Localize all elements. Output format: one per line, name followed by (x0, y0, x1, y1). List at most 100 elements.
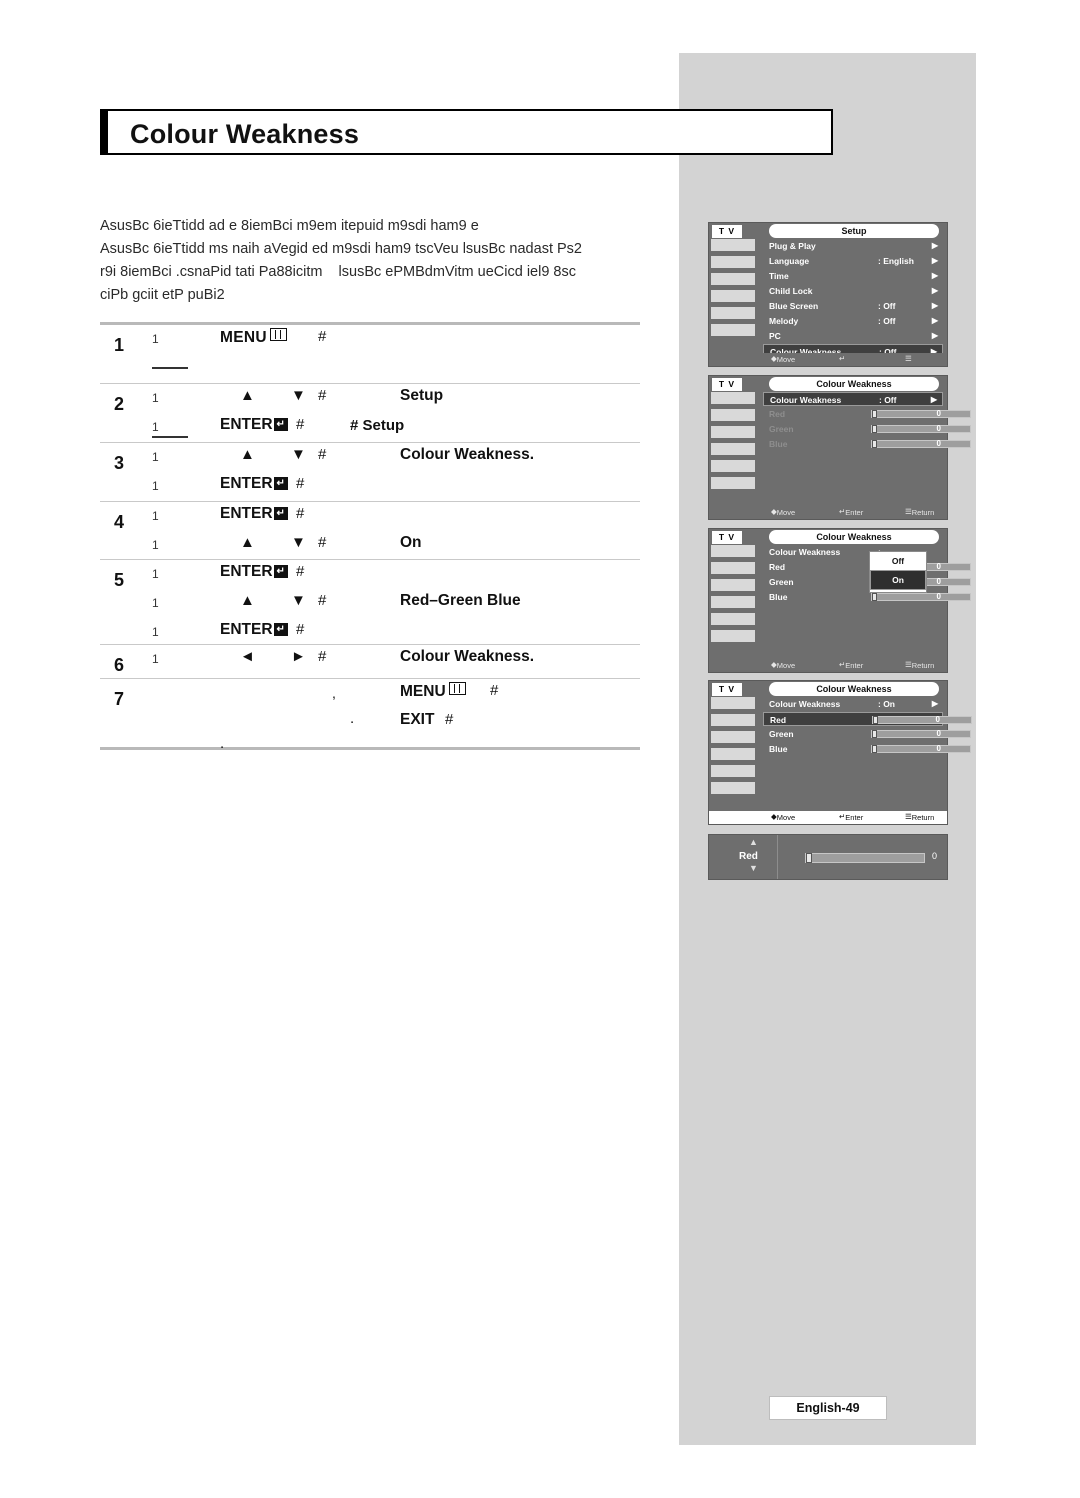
osd-icon-slot (711, 239, 755, 251)
osd-icon-slot (711, 748, 755, 760)
osd-item-label: Red (769, 562, 786, 572)
osd-item-green[interactable]: Green 0 (763, 422, 971, 436)
green-value: 0 (936, 424, 941, 433)
blue-slider[interactable] (871, 745, 971, 753)
dash-mark (152, 436, 188, 438)
osd-item-plug-and-play[interactable]: Plug & Play ▶ (763, 239, 943, 253)
green-slider[interactable] (871, 730, 971, 738)
osd-item-colour-weakness[interactable]: Colour Weakness : On ▶ (763, 697, 943, 711)
osd-item-blue-screen[interactable]: Blue Screen : Off ▶ (763, 299, 943, 313)
osd-item-green[interactable]: Green 0 (763, 727, 971, 741)
osd-icon-column (711, 545, 755, 658)
osd-item-blue[interactable]: Blue 0 (763, 437, 971, 451)
slider-knob[interactable] (873, 716, 878, 724)
key-exit: EXIT (400, 711, 435, 728)
page-title: Colour Weakness (130, 119, 360, 149)
enter-icon: ↵ (273, 565, 288, 578)
osd-items: Plug & Play ▶ Language : English ▶ Time … (763, 239, 943, 366)
dash-mark (152, 367, 188, 369)
step3-note: # Setup (350, 417, 405, 434)
osd-item-label: Blue (769, 439, 788, 449)
on-off-dropdown[interactable]: Off On (869, 551, 927, 593)
step-marker: 1 (152, 420, 159, 434)
red-slider[interactable] (871, 410, 971, 418)
step-hash: # (445, 711, 454, 728)
osd-item-value: : Off (879, 395, 897, 405)
osd-item-pc[interactable]: PC ▶ (763, 329, 943, 343)
chevron-right-icon: ▶ (931, 256, 938, 265)
arrow-down-icon[interactable]: ▼ (749, 863, 758, 873)
arrow-keys-updown: ▲ ▼ (240, 446, 322, 463)
osd-item-label: Language (769, 256, 810, 266)
osd-icon-column (711, 697, 755, 810)
osd-item-red[interactable]: Red 0 (763, 712, 972, 726)
blue-value: 0 (936, 744, 941, 753)
tv-tab: T V (712, 225, 742, 238)
osd-item-red[interactable]: Red 0 (763, 407, 971, 421)
step-marker: 1 (152, 625, 159, 639)
osd-foot-move: ◆ Move (771, 660, 796, 670)
osd-item-time[interactable]: Time ▶ (763, 269, 943, 283)
red-adjust-value: 0 (931, 851, 937, 861)
osd-icon-slot (711, 256, 755, 268)
osd-foot-enter: ↵ Enter (839, 660, 864, 670)
tv-tab: T V (712, 683, 742, 696)
page-footer-tag: English-49 (769, 1396, 887, 1420)
osd-item-blue[interactable]: Blue 0 (763, 742, 971, 756)
chevron-right-icon: ▶ (931, 286, 938, 295)
red-adjust-slider[interactable] (805, 853, 925, 863)
osd-title: Colour Weakness (769, 530, 939, 544)
step-row: 5 1 ENTER ↵ # 1 ▲ ▼ # Red–Green Blue 1 EN… (100, 560, 640, 644)
osd-foot-return: ☰ Return (905, 812, 935, 822)
osd-item-value: : Off (878, 316, 896, 326)
osd-red-adjust-popup: ▲ Red ▼ 0 (708, 834, 948, 880)
green-value: 0 (936, 577, 941, 586)
osd-item-value: : On (878, 699, 895, 709)
dropdown-option-off[interactable]: Off (870, 552, 926, 570)
chevron-right-icon: ▶ (931, 316, 938, 325)
step7-dot: . (350, 710, 355, 727)
slider-knob[interactable] (872, 593, 877, 601)
osd-icon-slot (711, 545, 755, 557)
osd-item-melody[interactable]: Melody : Off ▶ (763, 314, 943, 328)
osd-foot-enter: ↵ Enter (839, 507, 864, 517)
step-hash: # (490, 682, 499, 699)
dropdown-option-on[interactable]: On (870, 570, 926, 590)
step-hash: # (296, 563, 305, 580)
osd-icon-slot (711, 782, 755, 794)
slider-knob[interactable] (872, 440, 877, 448)
intro-line-3: r9i 8iemBci .csnaPid tati Pa88icitm lsus… (100, 264, 576, 280)
osd-item-child-lock[interactable]: Child Lock ▶ (763, 284, 943, 298)
osd-item-language[interactable]: Language : English ▶ (763, 254, 943, 268)
osd-footer: ◆ Move ↵ Enter ☰ Return (709, 659, 947, 672)
osd-icon-slot (711, 307, 755, 319)
osd-foot-return: ☰ Return (905, 660, 935, 670)
title-accent-bar (102, 111, 108, 153)
slider-knob[interactable] (872, 425, 877, 433)
slider-knob[interactable] (806, 853, 812, 863)
divider (100, 747, 640, 750)
arrow-up-icon[interactable]: ▲ (749, 837, 758, 847)
step-label-rgb: Red–Green Blue (400, 592, 521, 609)
intro-line-1: AsusBc 6ieTtidd ad e 8iemBci m9em itepui… (100, 218, 479, 234)
osd-item-label: Blue Screen (769, 301, 819, 311)
step-marker: 1 (152, 479, 159, 493)
tv-tab: T V (712, 531, 742, 544)
step-hash: # (318, 328, 327, 345)
chevron-right-icon: ▶ (931, 241, 938, 250)
green-slider[interactable] (871, 425, 971, 433)
osd-item-colour-weakness[interactable]: Colour Weakness : Off ▶ (763, 392, 943, 406)
slider-knob[interactable] (872, 745, 877, 753)
slider-knob[interactable] (872, 410, 877, 418)
step-marker: 1 (152, 450, 159, 464)
osd-body: Colour Weakness : Red 0 Green 0 Blue 0 O… (709, 545, 971, 672)
slider-knob[interactable] (872, 730, 877, 738)
osd-header: T V Setup (709, 223, 947, 239)
osd-item-label: Red (769, 409, 786, 419)
red-slider[interactable] (872, 716, 972, 724)
blue-slider[interactable] (871, 440, 971, 448)
osd-item-label: Child Lock (769, 286, 813, 296)
osd-icon-slot (711, 324, 755, 336)
osd-icon-slot (711, 697, 755, 709)
blue-slider[interactable] (871, 593, 971, 601)
